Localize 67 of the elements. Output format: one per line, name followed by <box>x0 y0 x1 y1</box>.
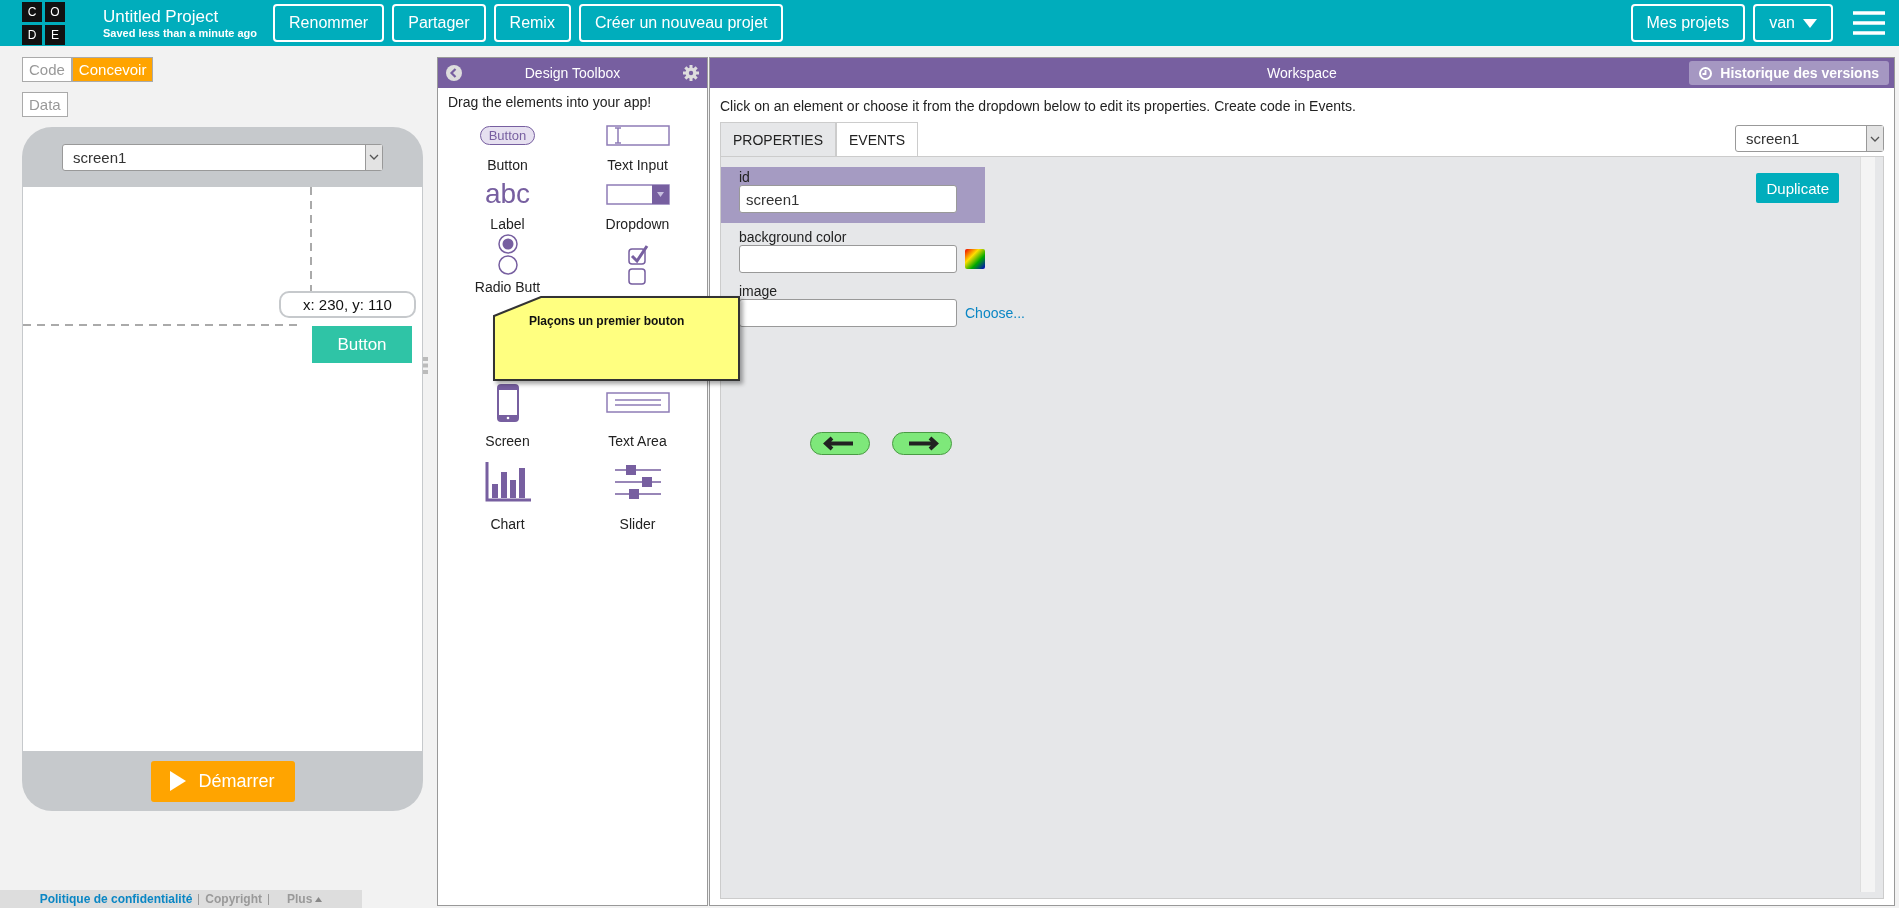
mode-tab[interactable]: Concevoir <box>71 57 154 82</box>
footer-link[interactable]: Copyright <box>205 892 262 906</box>
button-element-icon[interactable]: Button <box>479 125 536 145</box>
clock-icon <box>1699 66 1713 80</box>
settings-icon[interactable] <box>683 65 699 81</box>
header-button[interactable]: Partager <box>392 4 486 42</box>
element-dropdown[interactable]: screen1 <box>1735 125 1884 152</box>
footer-link[interactable]: Politique de confidentialité <box>39 892 193 906</box>
chevron-down-icon <box>369 154 379 160</box>
my-projects-button[interactable]: Mes projets <box>1630 4 1746 42</box>
callout-text: Plaçons un premier bouton <box>529 314 685 328</box>
phone-icon[interactable] <box>496 383 519 422</box>
element-label: Radio Butt <box>474 279 541 297</box>
element-label: Text Area <box>608 433 667 451</box>
choose-link[interactable]: Choose... <box>965 305 1025 321</box>
coordinates-tooltip: x: 230, y: 110 <box>279 291 416 318</box>
property-label: image <box>739 283 779 299</box>
workspace-instruction: Click on an element or choose it from the dropdown below to edit its properties. Create code in Events. <box>720 98 1357 114</box>
label-element-icon[interactable]: abc <box>484 180 531 208</box>
checkboxes-icon[interactable] <box>626 244 649 287</box>
screen-dropdown[interactable]: screen1 <box>62 143 383 171</box>
duplicate-button[interactable]: Duplicate <box>1756 173 1839 203</box>
play-icon <box>170 771 187 791</box>
data-tab[interactable]: Data <box>22 92 68 117</box>
chevron-down-icon <box>1870 135 1880 142</box>
menu-icon[interactable] <box>1853 11 1885 35</box>
footer-link[interactable]: Plus <box>287 892 323 906</box>
workspace-tab[interactable]: EVENTS <box>836 122 918 156</box>
property-input[interactable] <box>739 245 957 273</box>
header-button[interactable]: Renommer <box>273 4 385 42</box>
property-label: background color <box>739 229 848 245</box>
toolbox-instruction: Drag the elements into your app! <box>447 93 653 112</box>
radio-buttons-icon[interactable] <box>496 234 519 276</box>
right-arrow-button[interactable] <box>892 432 952 455</box>
save-status: Saved less than a minute ago <box>103 27 258 39</box>
element-label: Screen <box>485 433 530 451</box>
app-button[interactable]: Button <box>312 326 412 363</box>
back-icon[interactable] <box>446 65 462 81</box>
dropdown-icon[interactable] <box>605 183 670 205</box>
version-history-button[interactable]: Historique des versions <box>1689 61 1889 85</box>
caret-up-icon <box>315 896 323 902</box>
slider-icon[interactable] <box>614 465 661 499</box>
project-title: Untitled Project <box>103 7 220 27</box>
property-input[interactable] <box>739 299 957 327</box>
element-label: Text Input <box>607 157 668 175</box>
scrollbar[interactable] <box>1860 157 1875 892</box>
element-label: Dropdown <box>605 216 670 234</box>
property-input[interactable]: screen1 <box>739 185 957 213</box>
toolbox-title: Design Toolbox <box>523 65 622 81</box>
header-button[interactable]: Remix <box>493 4 571 42</box>
element-label: Label <box>490 216 525 234</box>
user-menu-button[interactable]: van <box>1753 4 1833 42</box>
caret-icon <box>1803 18 1817 28</box>
text-input-icon[interactable] <box>605 124 670 146</box>
property-label: id <box>739 169 751 185</box>
run-button[interactable]: Démarrer <box>150 760 295 802</box>
workspace-tab[interactable]: PROPERTIES <box>720 122 836 156</box>
element-label: Slider <box>619 516 656 534</box>
resize-handle-icon[interactable] <box>423 357 428 374</box>
bar-chart-icon[interactable] <box>484 462 531 502</box>
color-picker-icon[interactable] <box>965 249 985 269</box>
element-label: Chart <box>490 516 525 534</box>
element-label: Button <box>487 157 528 175</box>
header-button[interactable]: Créer un nouveau projet <box>578 4 784 42</box>
mode-tab[interactable]: Code <box>22 57 72 82</box>
workspace-title: Workspace <box>1267 65 1337 81</box>
left-arrow-button[interactable] <box>810 432 870 455</box>
